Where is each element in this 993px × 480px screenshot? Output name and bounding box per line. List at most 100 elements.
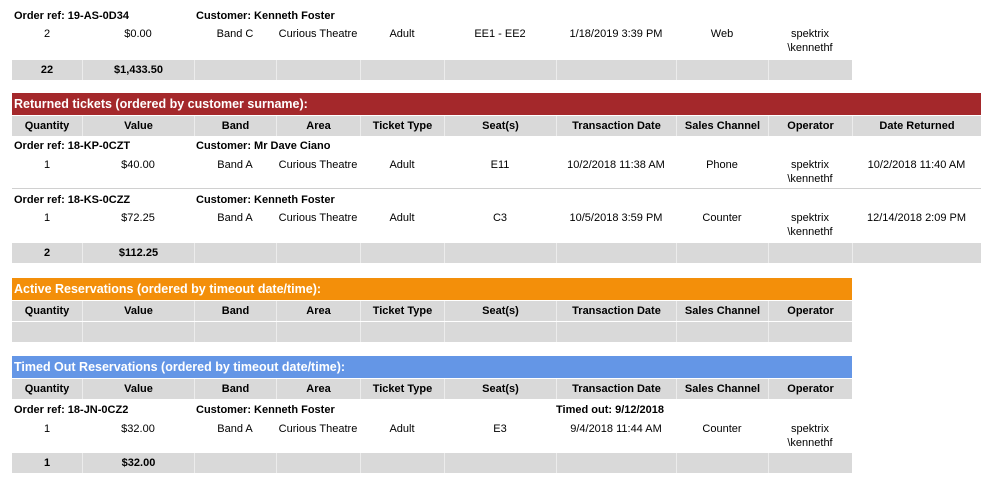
date-cell: 1/18/2019 3:39 PM	[569, 28, 663, 40]
header-seats: Seat(s)	[444, 301, 556, 321]
header-sales-channel: Sales Channel	[676, 301, 768, 321]
channel-cell: Phone	[706, 159, 738, 171]
band-cell: Band A	[217, 423, 253, 435]
operator-line-1: spektrix	[791, 28, 829, 40]
order-ref: Order ref: 18-KP-0CZT	[14, 140, 131, 152]
date-returned-cell: 10/2/2018 11:40 AM	[867, 159, 966, 171]
order-ref: Order ref: 18-JN-0CZ2	[14, 404, 129, 416]
order-ref-row: Order ref: 19-AS-0D34 Customer: Kenneth …	[12, 6, 852, 26]
order-ref-row: Order ref: 18-JN-0CZ2 Customer: Kenneth …	[12, 400, 852, 420]
timedout-banner: Timed Out Reservations (ordered by timeo…	[12, 356, 852, 378]
operator-cell: spektrix \kennethf	[768, 419, 852, 456]
customer-name: Customer: Mr Dave Ciano	[196, 140, 331, 152]
header-quantity: Quantity	[24, 120, 70, 132]
customer-name: Customer: Kenneth Foster	[196, 404, 335, 416]
active-header-row: Quantity Value Band Area Ticket Type Sea…	[12, 301, 852, 321]
operator-cell: spektrix \kennethf	[768, 208, 852, 245]
area-cell: Curious Theatre	[278, 212, 358, 224]
channel-cell: Counter	[702, 212, 742, 224]
total-value: $112.25	[82, 243, 194, 263]
header-operator: Operator	[768, 301, 852, 321]
header-ticket-type: Ticket Type	[360, 116, 444, 136]
header-band: Band	[194, 301, 276, 321]
seats-cell: E11	[490, 159, 510, 171]
totals-row: 1 $32.00	[12, 453, 852, 473]
total-qty: 22	[40, 64, 54, 76]
area-cell: Curious Theatre	[278, 423, 358, 435]
empty-cell	[276, 243, 360, 263]
empty-cell	[768, 453, 852, 473]
empty-cell	[276, 322, 360, 342]
timedout-header-row: Quantity Value Band Area Ticket Type Sea…	[12, 379, 852, 399]
empty-cell	[444, 60, 556, 80]
empty-cell	[276, 453, 360, 473]
ticket-row: 1 $72.25 Band A Curious Theatre Adult C3…	[12, 208, 981, 242]
empty-cell	[768, 60, 852, 80]
header-value: Value	[82, 116, 194, 136]
totals-row: 22 $1,433.50	[12, 60, 852, 80]
empty-cell	[852, 243, 981, 263]
empty-cell	[444, 322, 556, 342]
header-seats: Seat(s)	[444, 379, 556, 399]
empty-cell	[676, 60, 768, 80]
header-sales-channel: Sales Channel	[676, 116, 768, 136]
total-qty: 2	[43, 247, 51, 259]
value-cell: $40.00	[121, 159, 155, 171]
type-cell: Adult	[389, 159, 415, 171]
header-value: Value	[82, 301, 194, 321]
header-transaction-date: Transaction Date	[556, 301, 676, 321]
empty-cell	[556, 243, 676, 263]
empty-cell	[82, 322, 194, 342]
seats-cell: C3	[492, 212, 508, 224]
empty-cell	[768, 243, 852, 263]
qty-cell: 1	[43, 212, 51, 224]
header-value: Value	[82, 379, 194, 399]
header-seats: Seat(s)	[444, 116, 556, 136]
operator-cell: spektrix \kennethf	[768, 155, 852, 192]
operator-line-1: spektrix	[791, 212, 829, 224]
header-operator: Operator	[768, 116, 852, 136]
operator-line-1: spektrix	[791, 423, 829, 435]
header-quantity: Quantity	[24, 383, 70, 395]
returned-header-row: Quantity Value Band Area Ticket Type Sea…	[12, 116, 981, 136]
operator-line-2: \kennethf	[787, 437, 833, 449]
header-transaction-date: Transaction Date	[556, 116, 676, 136]
type-cell: Adult	[389, 423, 415, 435]
seats-cell: EE1 - EE2	[474, 28, 526, 40]
operator-line-2: \kennethf	[787, 226, 833, 238]
order-ref: Order ref: 19-AS-0D34	[14, 10, 129, 22]
empty-cell	[194, 60, 276, 80]
header-date-returned: Date Returned	[852, 116, 981, 136]
customer-name: Customer: Kenneth Foster	[196, 10, 335, 22]
empty-cell	[556, 60, 676, 80]
empty-cell	[194, 322, 276, 342]
totals-row: 2 $112.25	[12, 243, 981, 263]
value-cell: $32.00	[121, 423, 155, 435]
empty-cell	[444, 243, 556, 263]
header-ticket-type: Ticket Type	[360, 301, 444, 321]
empty-cell	[768, 322, 852, 342]
header-quantity: Quantity	[24, 305, 70, 317]
total-qty: 1	[43, 457, 51, 469]
empty-cell	[676, 453, 768, 473]
total-value: $1,433.50	[82, 60, 194, 80]
empty-cell	[194, 453, 276, 473]
value-cell: $72.25	[121, 212, 155, 224]
channel-cell: Counter	[702, 423, 742, 435]
operator-line-2: \kennethf	[787, 42, 833, 54]
header-operator: Operator	[768, 379, 852, 399]
empty-cell	[360, 243, 444, 263]
empty-cell	[444, 453, 556, 473]
ticket-row: 2 $0.00 Band C Curious Theatre Adult EE1…	[12, 24, 852, 58]
value-cell: $0.00	[124, 28, 152, 40]
returned-banner: Returned tickets (ordered by customer su…	[12, 93, 981, 115]
type-cell: Adult	[389, 28, 415, 40]
channel-cell: Web	[710, 28, 734, 40]
empty-cell	[556, 453, 676, 473]
header-transaction-date: Transaction Date	[556, 379, 676, 399]
customer-name: Customer: Kenneth Foster	[196, 194, 335, 206]
band-cell: Band C	[216, 28, 254, 40]
header-area: Area	[276, 379, 360, 399]
header-band: Band	[194, 379, 276, 399]
date-cell: 10/5/2018 3:59 PM	[569, 212, 663, 224]
